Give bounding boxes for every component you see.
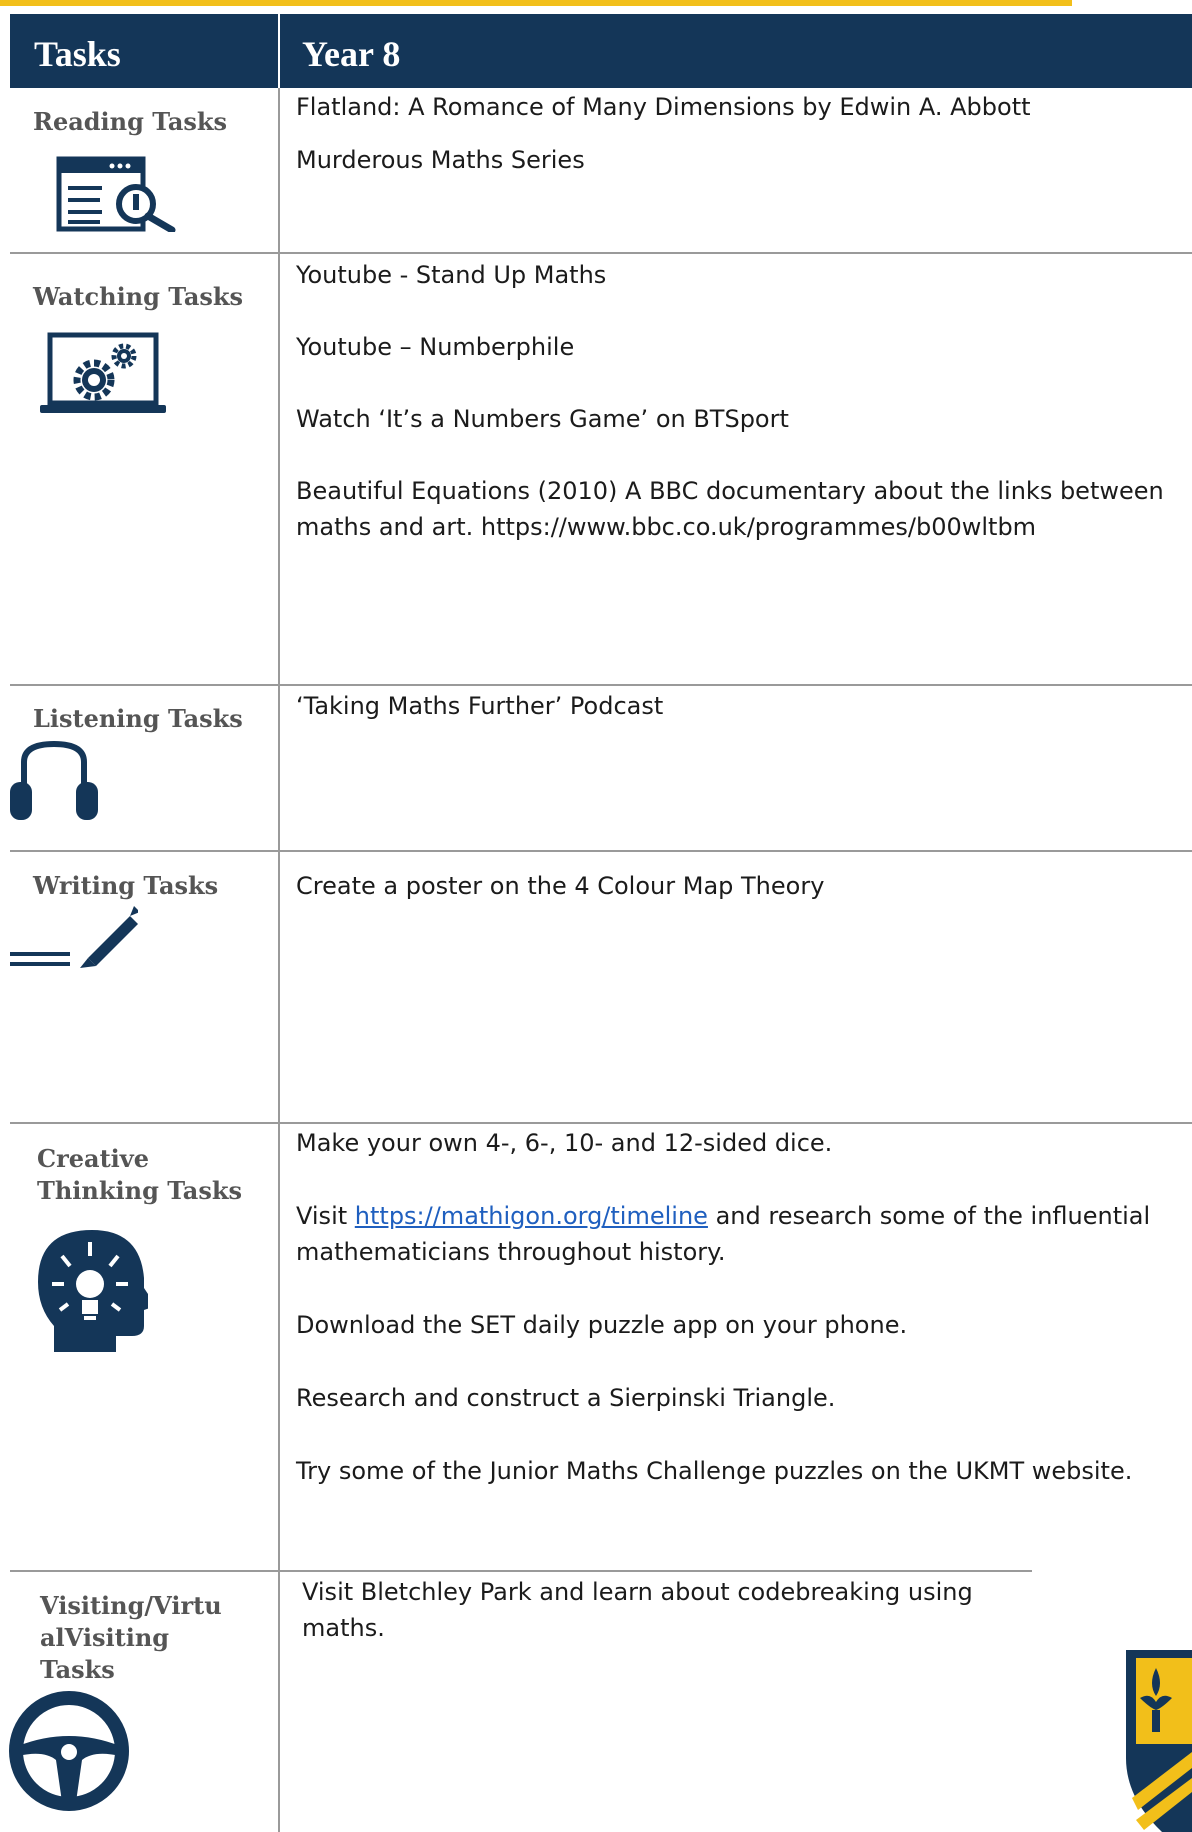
list-item: Try some of the Junior Maths Challenge p… [296, 1457, 1133, 1485]
list-item: Visit https://mathigon.org/timeline and … [296, 1202, 1151, 1266]
row-label-reading: Reading Tasks [33, 107, 228, 136]
pencil-icon [10, 906, 138, 968]
header-tasks: Tasks [34, 34, 121, 74]
visiting-tasks-list: Visit Bletchley Park and learn about cod… [302, 1574, 1042, 1646]
list-item: Research and construct a Sierpinski Tria… [296, 1384, 836, 1412]
row-label-creative-thinking: Creative Thinking Tasks [37, 1144, 242, 1205]
mathigon-link[interactable]: https://mathigon.org/timeline [355, 1202, 708, 1230]
list-item: Murderous Maths Series [296, 146, 585, 174]
list-item: Create a poster on the 4 Colour Map Theo… [296, 872, 825, 900]
list-item: Download the SET daily puzzle app on you… [296, 1311, 908, 1339]
list-item: ‘Taking Maths Further’ Podcast [296, 692, 664, 720]
row-label-writing: Writing Tasks [33, 871, 219, 900]
watching-tasks-list: Youtube - Stand Up Maths Youtube – Numbe… [296, 257, 1176, 545]
header-year: Year 8 [302, 34, 401, 74]
list-item: Watch ‘It’s a Numbers Game’ on BTSport [296, 405, 789, 433]
headphones-icon [10, 740, 98, 820]
row-label-listening: Listening Tasks [33, 704, 243, 733]
list-item: Flatland: A Romance of Many Dimensions b… [296, 93, 1031, 121]
list-item: Beautiful Equations (2010) A BBC documen… [296, 477, 1164, 541]
laptop-settings-icon [40, 332, 166, 413]
table-header: Tasks Year 8 [10, 14, 1192, 88]
header-divider [278, 14, 280, 88]
list-item: Make your own 4-, 6-, 10- and 12-sided d… [296, 1129, 833, 1157]
row-divider [10, 252, 1192, 254]
list-item: Visit Bletchley Park and learn about cod… [302, 1578, 973, 1642]
school-crest-icon [1126, 1650, 1192, 1832]
row-divider [10, 850, 1192, 852]
steering-wheel-icon [9, 1691, 129, 1811]
listening-tasks-list: ‘Taking Maths Further’ Podcast [296, 688, 1176, 724]
row-divider [10, 1570, 1032, 1572]
row-divider [10, 1122, 1192, 1124]
reading-tasks-list: Flatland: A Romance of Many Dimensions b… [296, 89, 1176, 178]
creative-thinking-tasks-list: Make your own 4-, 6-, 10- and 12-sided d… [296, 1125, 1176, 1489]
lightbulb-head-icon [38, 1230, 148, 1352]
row-divider [10, 684, 1192, 686]
list-item: Youtube - Stand Up Maths [296, 261, 607, 289]
row-label-watching: Watching Tasks [33, 282, 244, 311]
web-search-icon [56, 156, 176, 232]
row-label-visiting: Visiting/Virtu alVisiting Tasks [40, 1591, 222, 1684]
list-item: Youtube – Numberphile [296, 333, 575, 361]
writing-tasks-list: Create a poster on the 4 Colour Map Theo… [296, 868, 1176, 904]
accent-bar [0, 0, 1072, 6]
